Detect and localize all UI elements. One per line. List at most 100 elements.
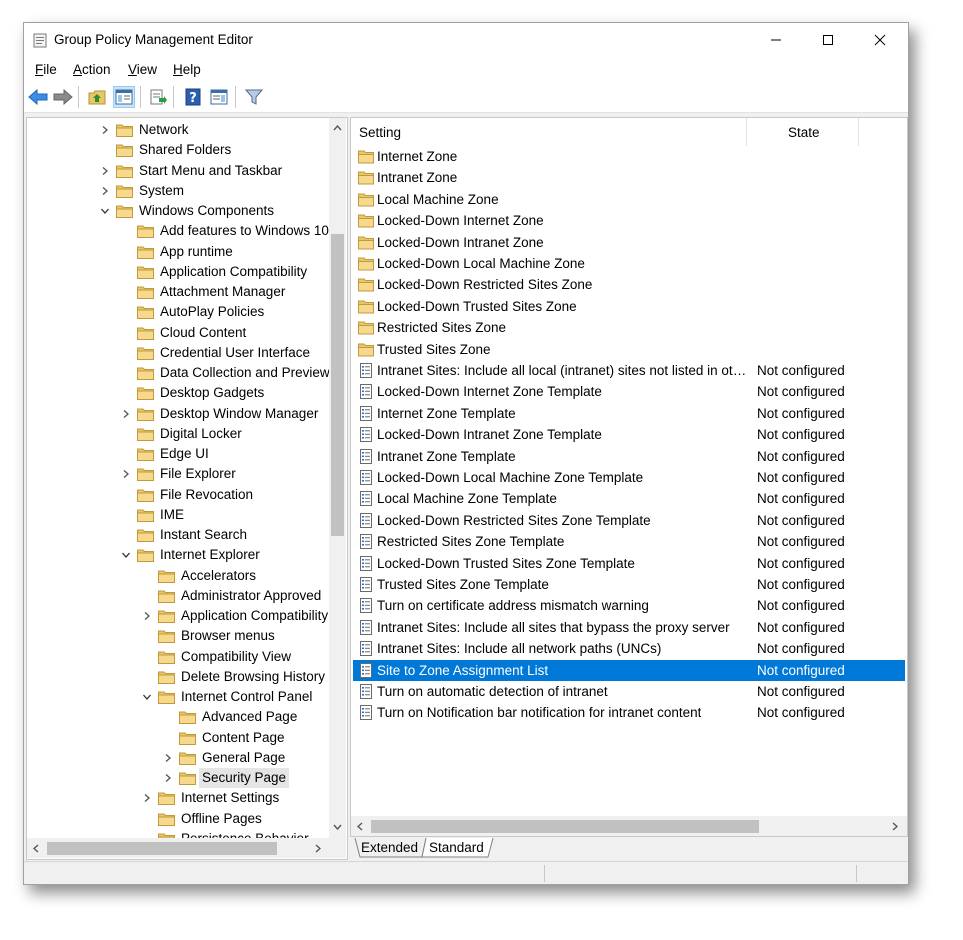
chevron-right-icon[interactable]: [122, 470, 130, 479]
chevron-down-icon[interactable]: [122, 551, 130, 559]
setting-row[interactable]: Intranet Sites: Include all sites that b…: [353, 617, 905, 638]
tree-item[interactable]: Instant Search: [27, 525, 327, 545]
tree-item[interactable]: File Revocation: [27, 485, 327, 505]
menu-view[interactable]: View: [128, 62, 157, 77]
tree-item[interactable]: Network: [27, 120, 327, 140]
setting-row[interactable]: Locked-Down Internet Zone Template Not co…: [353, 381, 905, 402]
list-horizontal-scroll-thumb[interactable]: [371, 820, 759, 833]
tree-item[interactable]: Desktop Window Manager: [27, 404, 327, 424]
chevron-right-icon[interactable]: [101, 166, 109, 175]
tree-item[interactable]: Advanced Page: [27, 707, 327, 727]
tree-item[interactable]: Attachment Manager: [27, 282, 327, 302]
up-one-level-button[interactable]: [86, 86, 108, 108]
help-button[interactable]: ?: [182, 86, 204, 108]
tree-item[interactable]: App runtime: [27, 242, 327, 262]
tree-item[interactable]: Internet Settings: [27, 788, 327, 808]
chevron-right-icon[interactable]: [143, 794, 151, 803]
console-tree[interactable]: Network Shared Folders Start Menu and Task…: [26, 117, 348, 860]
menu-help[interactable]: Help: [173, 62, 201, 77]
tree-item[interactable]: Application Compatibility: [27, 262, 327, 282]
setting-row[interactable]: Locked-Down Local Machine Zone: [353, 253, 905, 274]
settings-list[interactable]: Setting State Internet Zone Intranet Zone…: [350, 117, 908, 837]
export-list-button[interactable]: [147, 86, 169, 108]
setting-row[interactable]: Trusted Sites Zone Template Not configure…: [353, 574, 905, 595]
scroll-left-icon[interactable]: [357, 822, 363, 831]
tree-item[interactable]: Offline Pages: [27, 809, 327, 829]
chevron-right-icon[interactable]: [101, 126, 109, 134]
scroll-down-icon[interactable]: [333, 824, 342, 830]
back-button[interactable]: [27, 86, 49, 108]
scroll-up-icon[interactable]: [333, 125, 342, 131]
chevron-right-icon[interactable]: [164, 774, 172, 782]
close-button[interactable]: [855, 23, 905, 57]
tree-item[interactable]: Compatibility View: [27, 647, 327, 667]
menu-file[interactable]: File: [35, 62, 57, 77]
tree-item[interactable]: Digital Locker: [27, 424, 327, 444]
chevron-right-icon[interactable]: [122, 409, 130, 418]
tree-item[interactable]: Cloud Content: [27, 323, 327, 343]
setting-row[interactable]: Locked-Down Local Machine Zone Template N…: [353, 467, 905, 488]
tree-item[interactable]: Edge UI: [27, 444, 327, 464]
setting-row[interactable]: Local Machine Zone Template Not configure…: [353, 488, 905, 509]
tree-item[interactable]: Desktop Gadgets: [27, 383, 327, 403]
setting-row[interactable]: Internet Zone Template Not configured: [353, 403, 905, 424]
minimize-button[interactable]: [751, 23, 801, 57]
tree-item[interactable]: Administrator Approved: [27, 586, 327, 606]
tree-item[interactable]: Windows Components: [27, 201, 327, 221]
scroll-right-icon[interactable]: [315, 844, 321, 853]
tree-item[interactable]: Application Compatibility: [27, 606, 328, 626]
chevron-down-icon[interactable]: [143, 693, 151, 701]
tree-horizontal-scroll-thumb[interactable]: [47, 842, 277, 855]
tree-item[interactable]: Browser menus: [27, 626, 327, 646]
setting-row[interactable]: Intranet Sites: Include all network path…: [353, 638, 905, 659]
tree-item[interactable]: IME: [27, 505, 327, 525]
tree-item[interactable]: Delete Browsing History: [27, 667, 327, 687]
forward-button[interactable]: [52, 86, 74, 108]
chevron-right-icon[interactable]: [164, 753, 172, 762]
column-header-setting[interactable]: Setting: [359, 125, 401, 140]
setting-row[interactable]: Site to Zone Assignment List Not configur…: [353, 659, 905, 681]
setting-row[interactable]: Internet Zone: [353, 146, 905, 167]
setting-row[interactable]: Locked-Down Internet Zone: [353, 210, 905, 231]
column-header-state[interactable]: State: [788, 125, 820, 140]
setting-row[interactable]: Locked-Down Trusted Sites Zone Template N…: [353, 553, 905, 574]
setting-row[interactable]: Restricted Sites Zone: [353, 317, 905, 338]
setting-row[interactable]: Intranet Zone Template Not configured: [353, 446, 905, 467]
setting-row[interactable]: Turn on certificate address mismatch war…: [353, 595, 905, 616]
column-divider[interactable]: [746, 118, 747, 146]
setting-row[interactable]: Locked-Down Intranet Zone Template Not co…: [353, 424, 905, 445]
tab-extended[interactable]: Extended: [361, 838, 418, 857]
tree-item[interactable]: Data Collection and Preview: [27, 363, 330, 383]
setting-row[interactable]: Local Machine Zone: [353, 189, 905, 210]
maximize-button[interactable]: [803, 23, 853, 57]
setting-row[interactable]: Locked-Down Trusted Sites Zone: [353, 296, 905, 317]
setting-row[interactable]: Intranet Sites: Include all local (intra…: [353, 360, 905, 381]
setting-row[interactable]: Intranet Zone: [353, 167, 905, 188]
setting-row[interactable]: Turn on Notification bar notification fo…: [353, 702, 905, 723]
setting-row[interactable]: Trusted Sites Zone: [353, 339, 905, 360]
tree-item[interactable]: Shared Folders: [27, 140, 327, 160]
tree-item[interactable]: File Explorer: [27, 464, 327, 484]
setting-row[interactable]: Locked-Down Intranet Zone: [353, 232, 905, 253]
tree-item[interactable]: Internet Control Panel: [27, 687, 327, 707]
tree-item[interactable]: Internet Explorer: [27, 545, 327, 565]
tree-item[interactable]: Credential User Interface: [27, 343, 327, 363]
tree-item[interactable]: AutoPlay Policies: [27, 302, 327, 322]
tree-item[interactable]: Content Page: [27, 728, 327, 748]
tree-item[interactable]: System: [27, 181, 327, 201]
tree-item[interactable]: Accelerators: [27, 566, 327, 586]
tree-item[interactable]: Security Page: [27, 768, 327, 788]
chevron-right-icon[interactable]: [101, 186, 109, 195]
setting-row[interactable]: Locked-Down Restricted Sites Zone: [353, 274, 905, 295]
show-hide-tree-button[interactable]: [113, 86, 135, 108]
column-divider[interactable]: [858, 118, 859, 146]
chevron-right-icon[interactable]: [143, 612, 151, 620]
chevron-down-icon[interactable]: [101, 207, 109, 215]
tree-item[interactable]: Start Menu and Taskbar: [27, 161, 327, 181]
setting-row[interactable]: Locked-Down Restricted Sites Zone Templa…: [353, 510, 905, 531]
tree-vertical-scroll-thumb[interactable]: [331, 234, 344, 536]
scroll-left-icon[interactable]: [33, 844, 39, 853]
tab-standard[interactable]: Standard: [429, 838, 484, 857]
setting-row[interactable]: Turn on automatic detection of intranet N…: [353, 681, 905, 702]
tree-item[interactable]: General Page: [27, 748, 327, 768]
